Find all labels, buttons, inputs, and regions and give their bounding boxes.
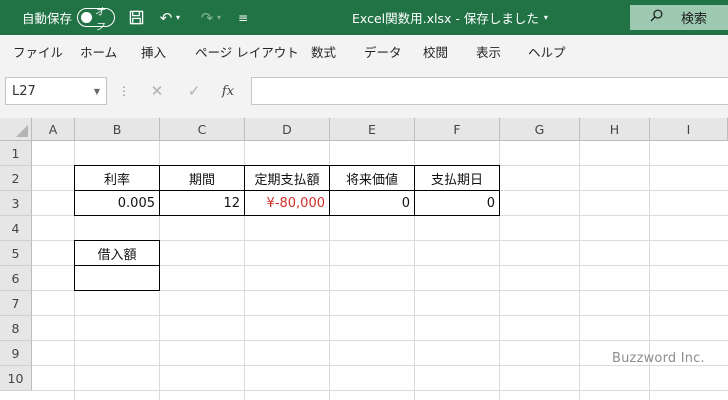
tab-view[interactable]: 表示	[476, 35, 501, 67]
column-header-g[interactable]: G	[500, 118, 580, 141]
watermark: Buzzword Inc.	[612, 351, 705, 366]
row-header-7[interactable]: 7	[0, 291, 32, 316]
name-box-dropdown-icon[interactable]: ▼	[94, 87, 100, 96]
tab-data[interactable]: データ	[364, 35, 402, 67]
formula-bar-grip-icon[interactable]: ⋮	[118, 84, 130, 98]
ribbon-tabs: ファイル ホーム 挿入 ページ レイアウト 数式 データ 校閲 表示 ヘルプ	[0, 35, 728, 67]
cell-b5[interactable]: 借入額	[74, 240, 160, 266]
formula-input[interactable]	[251, 77, 728, 105]
cell-b3[interactable]: 0.005	[74, 190, 160, 216]
tab-file[interactable]: ファイル	[13, 35, 63, 67]
column-header-c[interactable]: C	[160, 118, 245, 141]
tab-formulas[interactable]: 数式	[311, 35, 336, 67]
tab-page-layout[interactable]: ページ レイアウト	[195, 35, 299, 67]
column-header-e[interactable]: E	[330, 118, 415, 141]
column-header-d[interactable]: D	[245, 118, 330, 141]
title-dropdown-icon: ▾	[543, 13, 548, 22]
column-header-a[interactable]: A	[32, 118, 75, 141]
gridline	[32, 340, 728, 341]
row-header-9[interactable]: 9	[0, 341, 32, 366]
cell-e2[interactable]: 将来価値	[329, 165, 415, 191]
cell-d3[interactable]: ¥-80,000	[244, 190, 330, 216]
select-all-triangle-icon	[16, 125, 28, 137]
tab-insert[interactable]: 挿入	[141, 35, 166, 67]
search-box[interactable]: 検索	[630, 5, 728, 30]
row-header-4[interactable]: 4	[0, 216, 32, 241]
cell-b2[interactable]: 利率	[74, 165, 160, 191]
cell-b6[interactable]	[74, 265, 160, 291]
title-bar: 自動保存 オフ ↶ ▾ ↷ ▾ ≡ Excel関数用.xlsx - 保存しました…	[0, 0, 728, 35]
cancel-icon[interactable]: ✕	[146, 79, 168, 103]
document-title[interactable]: Excel関数用.xlsx - 保存しました ▾	[352, 0, 548, 35]
row-header-1[interactable]: 1	[0, 141, 32, 166]
row-header-8[interactable]: 8	[0, 316, 32, 341]
toggle-knob	[81, 12, 92, 23]
tab-help[interactable]: ヘルプ	[528, 35, 566, 67]
select-all-corner[interactable]	[0, 118, 32, 141]
row-header-10[interactable]: 10	[0, 366, 32, 391]
column-header-i[interactable]: I	[650, 118, 728, 141]
customize-toolbar-icon[interactable]: ≡	[232, 0, 254, 35]
cell-d2[interactable]: 定期支払額	[244, 165, 330, 191]
autosave-state: オフ	[94, 6, 105, 33]
row-header-3[interactable]: 3	[0, 191, 32, 216]
gridline	[579, 141, 580, 400]
name-box-value: L27	[12, 83, 36, 99]
tab-home[interactable]: ホーム	[80, 35, 117, 67]
redo-dropdown-icon[interactable]: ▾	[213, 0, 225, 35]
search-icon	[650, 9, 663, 26]
tab-review[interactable]: 校閲	[423, 35, 448, 67]
autosave-label: 自動保存	[22, 11, 73, 26]
insert-function-button[interactable]: fx	[217, 79, 239, 103]
column-header-h[interactable]: H	[580, 118, 650, 141]
cell-f2[interactable]: 支払期日	[414, 165, 500, 191]
row-header-6[interactable]: 6	[0, 266, 32, 291]
cell-c3[interactable]: 12	[159, 190, 245, 216]
row-header-5[interactable]: 5	[0, 241, 32, 266]
gridline	[32, 390, 728, 391]
name-box[interactable]: L27 ▼	[5, 77, 107, 105]
cell-f3[interactable]: 0	[414, 190, 500, 216]
search-label: 検索	[681, 12, 708, 27]
formula-bar-area: L27 ▼ ⋮ ✕ ✓ fx	[0, 67, 728, 118]
cell-e3[interactable]: 0	[329, 190, 415, 216]
gridline	[32, 315, 728, 316]
row-header-2[interactable]: 2	[0, 166, 32, 191]
save-icon[interactable]	[125, 0, 147, 35]
column-header-b[interactable]: B	[75, 118, 160, 141]
column-header-f[interactable]: F	[415, 118, 500, 141]
cell-c2[interactable]: 期間	[159, 165, 245, 191]
document-title-text: Excel関数用.xlsx - 保存しました	[352, 11, 539, 26]
undo-dropdown-icon[interactable]: ▾	[172, 0, 184, 35]
enter-icon[interactable]: ✓	[183, 79, 205, 103]
autosave-toggle[interactable]: オフ	[77, 7, 115, 33]
